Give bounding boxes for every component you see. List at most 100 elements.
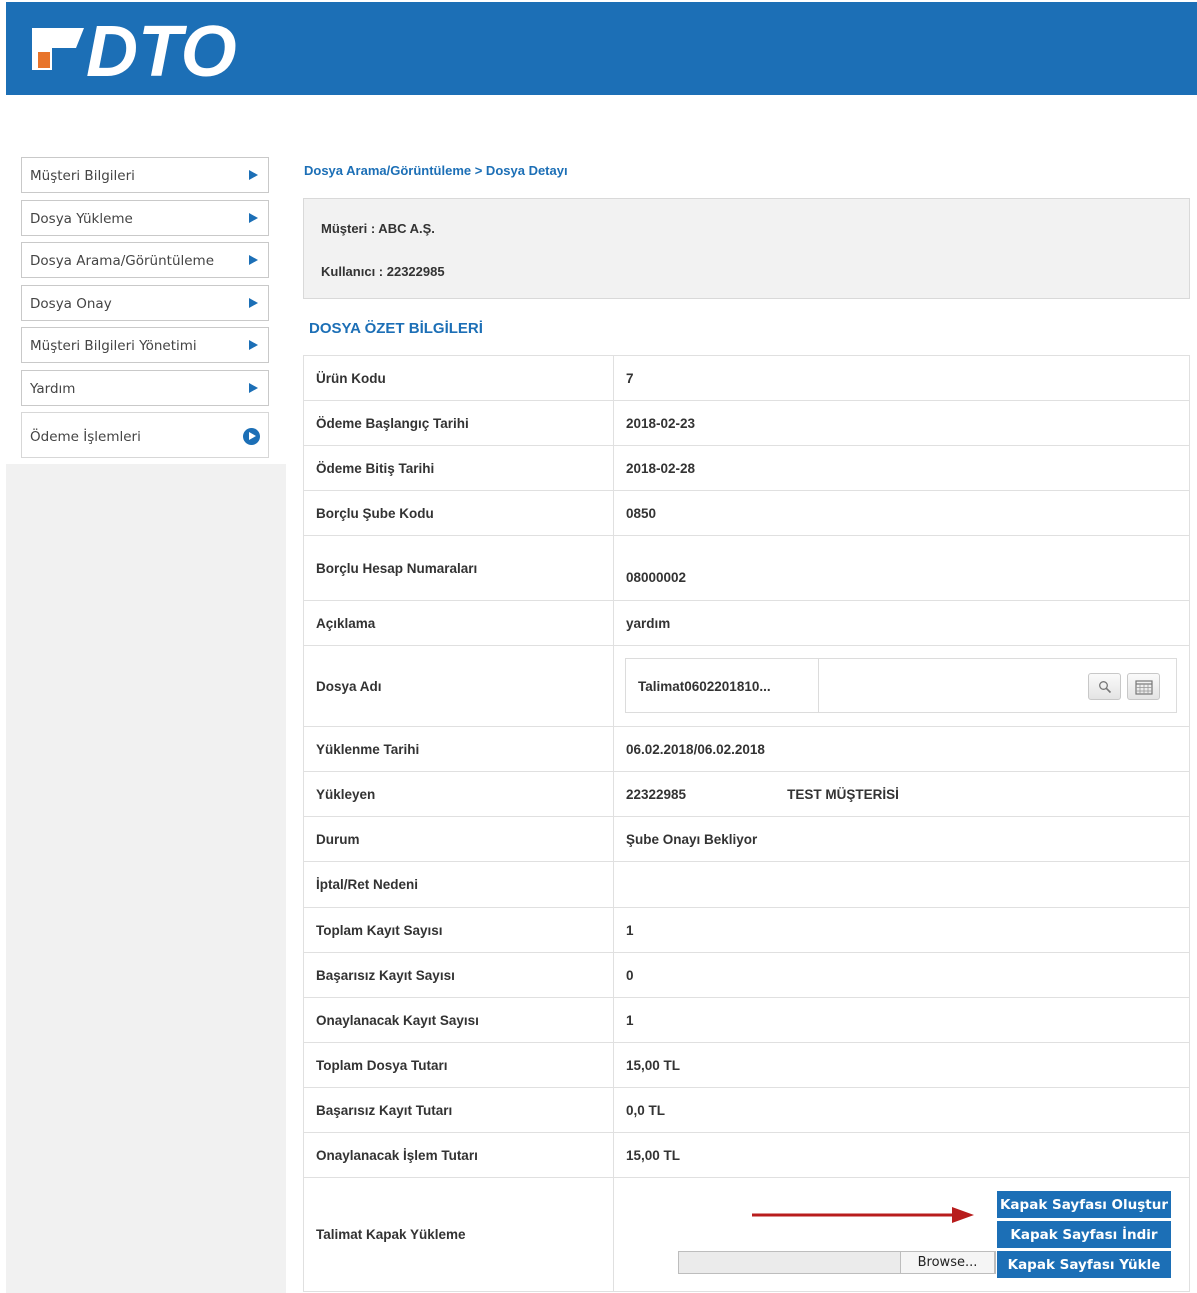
row-label: Toplam Kayıt Sayısı <box>304 908 614 952</box>
download-cover-button[interactable]: Kapak Sayfası İndir <box>997 1221 1171 1248</box>
row-label: Yükleyen <box>304 772 614 816</box>
calendar-button[interactable] <box>1127 673 1160 700</box>
upload-cover-button[interactable]: Kapak Sayfası Yükle <box>997 1251 1171 1278</box>
row-label: Açıklama <box>304 601 614 645</box>
red-arrow-icon <box>752 1207 974 1223</box>
row-value: 2018-02-23 <box>626 415 696 431</box>
row-label: Yüklenme Tarihi <box>304 727 614 771</box>
file-name-cell: Talimat0602201810... <box>614 646 1189 726</box>
row-label: Ödeme Bitiş Tarihi <box>304 446 614 490</box>
search-button[interactable] <box>1088 673 1121 700</box>
customer-label: Müşteri : ABC A.Ş. <box>321 221 435 236</box>
circle-arrow-icon <box>243 428 260 445</box>
row-value: 06.02.2018/06.02.2018 <box>626 741 765 757</box>
header-bar: DTO <box>6 2 1197 95</box>
cover-upload-cell: Kapak Sayfası Oluştur Kapak Sayfası İndi… <box>614 1178 1189 1291</box>
sidebar-item-label: Müşteri Bilgileri Yönetimi <box>30 338 197 354</box>
row-value <box>614 862 1189 907</box>
sidebar-item-label: Müşteri Bilgileri <box>30 168 135 184</box>
uploader-name: TEST MÜŞTERİSİ <box>787 786 899 802</box>
row-label: Borçlu Hesap Numaraları <box>304 536 614 600</box>
table-row: Onaylanacak Kayıt Sayısı 1 <box>304 998 1189 1043</box>
sidebar-item-musteri-yonetimi[interactable]: Müşteri Bilgileri Yönetimi <box>21 327 269 363</box>
row-value: 0 <box>626 967 634 983</box>
sidebar-item-label: Dosya Arama/Görüntüleme <box>30 253 215 269</box>
calendar-icon <box>1134 679 1153 695</box>
row-label: Borçlu Şube Kodu <box>304 491 614 535</box>
row-value: yardım <box>626 615 671 631</box>
table-row: Toplam Kayıt Sayısı 1 <box>304 908 1189 953</box>
row-value: Şube Onayı Bekliyor <box>626 831 758 847</box>
row-value: 15,00 TL <box>626 1057 681 1073</box>
row-value: 1 <box>626 922 634 938</box>
table-row: Yüklenme Tarihi 06.02.2018/06.02.2018 <box>304 727 1189 772</box>
row-label: Onaylanacak İşlem Tutarı <box>304 1133 614 1177</box>
divider <box>818 659 819 712</box>
row-value: 22322985 TEST MÜŞTERİSİ <box>614 772 1189 816</box>
row-label: Talimat Kapak Yükleme <box>304 1178 614 1291</box>
row-label: İptal/Ret Nedeni <box>304 862 614 907</box>
table-row: Açıklama yardım <box>304 601 1189 646</box>
magnifier-icon <box>1098 680 1111 693</box>
row-label: Toplam Dosya Tutarı <box>304 1043 614 1087</box>
row-value: 7 <box>626 370 634 386</box>
file-upload-input[interactable]: Browse... <box>678 1251 996 1274</box>
sidebar-item-label: Yardım <box>30 380 76 397</box>
table-row: Borçlu Hesap Numaraları 08000002 <box>304 536 1189 601</box>
svg-text:DTO: DTO <box>86 12 237 88</box>
table-row: Ödeme Bitiş Tarihi 2018-02-28 <box>304 446 1189 491</box>
sidebar-item-musteri-bilgileri[interactable]: Müşteri Bilgileri <box>21 157 269 193</box>
table-row: Dosya Adı Talimat0602201810... <box>304 646 1189 727</box>
sidebar-item-dosya-yukleme[interactable]: Dosya Yükleme <box>21 199 269 236</box>
file-name: Talimat0602201810... <box>638 679 771 694</box>
table-row: Borçlu Şube Kodu 0850 <box>304 491 1189 536</box>
table-row: Başarısız Kayıt Sayısı 0 <box>304 953 1189 998</box>
dto-logo: DTO <box>32 12 237 88</box>
sidebar-menu: Müşteri Bilgileri Dosya Yükleme Dosya Ar… <box>21 157 269 465</box>
row-label: Başarısız Kayıt Sayısı <box>304 953 614 997</box>
row-label: Dosya Adı <box>304 646 614 726</box>
row-label: Onaylanacak Kayıt Sayısı <box>304 998 614 1042</box>
row-value: 2018-02-28 <box>626 460 696 476</box>
row-label: Ürün Kodu <box>304 356 614 400</box>
sidebar-item-label: Ödeme İşlemleri <box>30 429 141 445</box>
table-row: Ödeme Başlangıç Tarihi 2018-02-23 <box>304 401 1189 446</box>
row-label: Ödeme Başlangıç Tarihi <box>304 401 614 445</box>
table-row: Durum Şube Onayı Bekliyor <box>304 817 1189 862</box>
row-value: 15,00 TL <box>626 1147 681 1163</box>
sidebar-item-dosya-arama[interactable]: Dosya Arama/Görüntüleme <box>21 242 269 278</box>
row-value: 0,0 TL <box>626 1102 666 1118</box>
arrow-right-icon <box>249 170 258 180</box>
sidebar-item-label: Dosya Onay <box>30 295 112 312</box>
arrow-right-icon <box>249 340 258 350</box>
table-row: Talimat Kapak Yükleme Kapak Sayfası Oluş… <box>304 1178 1189 1291</box>
file-summary-table: Ürün Kodu 7 Ödeme Başlangıç Tarihi 2018-… <box>303 355 1190 1292</box>
arrow-right-icon <box>249 255 258 265</box>
customer-info-box: Müşteri : ABC A.Ş. Kullanıcı : 22322985 <box>303 198 1190 299</box>
section-title: DOSYA ÖZET BİLGİLERİ <box>309 320 483 337</box>
browse-button[interactable]: Browse... <box>900 1251 995 1274</box>
breadcrumb[interactable]: Dosya Arama/Görüntüleme > Dosya Detayı <box>304 163 568 178</box>
table-row: Onaylanacak İşlem Tutarı 15,00 TL <box>304 1133 1189 1178</box>
sidebar-item-dosya-onay[interactable]: Dosya Onay <box>21 284 269 321</box>
row-value: 08000002 <box>626 569 687 585</box>
arrow-right-icon <box>249 382 258 393</box>
table-row: Ürün Kodu 7 <box>304 356 1189 401</box>
row-label: Durum <box>304 817 614 861</box>
row-value: 0850 <box>626 505 657 521</box>
table-row: Toplam Dosya Tutarı 15,00 TL <box>304 1043 1189 1088</box>
file-box: Talimat0602201810... <box>625 658 1177 713</box>
sidebar-background <box>6 464 286 1293</box>
create-cover-button[interactable]: Kapak Sayfası Oluştur <box>997 1191 1171 1218</box>
uploader-id: 22322985 <box>626 786 687 802</box>
arrow-right-icon <box>249 297 258 308</box>
user-label: Kullanıcı : 22322985 <box>321 264 445 279</box>
arrow-right-icon <box>249 212 258 223</box>
sidebar-item-odeme-islemleri[interactable]: Ödeme İşlemleri <box>21 412 269 458</box>
table-row: Yükleyen 22322985 TEST MÜŞTERİSİ <box>304 772 1189 817</box>
sidebar-item-yardim[interactable]: Yardım <box>21 369 269 406</box>
row-value: 1 <box>626 1012 634 1028</box>
table-row: İptal/Ret Nedeni <box>304 862 1189 908</box>
table-row: Başarısız Kayıt Tutarı 0,0 TL <box>304 1088 1189 1133</box>
row-label: Başarısız Kayıt Tutarı <box>304 1088 614 1132</box>
